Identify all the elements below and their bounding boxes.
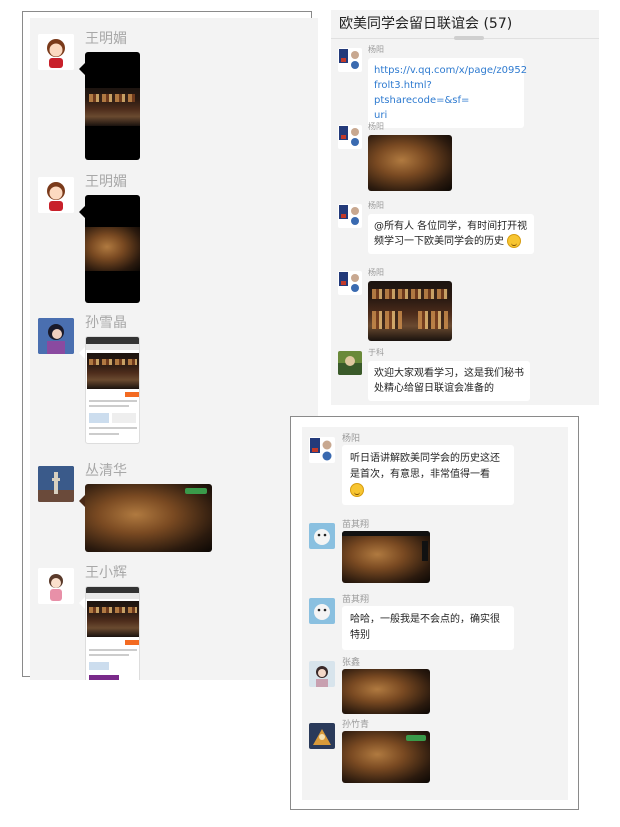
chat-message: 杨阳 @所有人 各位同学，有时间打开视 频学习一下欧美同学会的历史 xyxy=(331,200,599,270)
video-message[interactable] xyxy=(85,195,140,303)
avatar[interactable] xyxy=(309,523,335,549)
avatar[interactable] xyxy=(338,125,362,149)
image-message[interactable] xyxy=(368,135,452,191)
avatar[interactable] xyxy=(38,318,74,354)
sender-name: 杨阳 xyxy=(368,122,384,131)
avatar[interactable] xyxy=(338,204,362,228)
screenshot-message[interactable] xyxy=(85,586,140,680)
chat-title: 欧美同学会留日联谊会 (57) xyxy=(339,16,513,32)
image-message[interactable] xyxy=(342,531,430,583)
chat-message: 杨阳 xyxy=(331,267,599,347)
smile-emoji-icon xyxy=(507,234,522,248)
chat-message: 王明媚 xyxy=(30,18,318,168)
sender-name: 苗其翔 xyxy=(342,595,370,605)
text-message: 听日语讲解欧美同学会的历史这还 是首次，有意思，非常值得一看 xyxy=(342,445,514,505)
chat-message: 苗其翔 xyxy=(302,517,568,583)
left-chat-panel: 王明媚 王明媚 孙雪晶 丛清华 王小辉 xyxy=(30,18,318,680)
avatar[interactable] xyxy=(38,466,74,502)
chat-message: 王小辉 xyxy=(30,552,318,680)
avatar[interactable] xyxy=(338,351,362,375)
avatar[interactable] xyxy=(338,48,362,72)
sender-name: 杨阳 xyxy=(342,434,361,444)
sender-name: 苗其翔 xyxy=(342,520,370,530)
video-message[interactable] xyxy=(85,52,140,160)
grin-emoji-icon xyxy=(350,483,364,497)
message-text: @所有人 各位同学，有时间打开视 xyxy=(374,221,528,232)
message-link[interactable]: https://v.qq.com/x/page/z0952 xyxy=(374,63,527,78)
message-text-line: 频学习一下欧美同学会的历史 xyxy=(374,234,528,249)
sender-name: 王明媚 xyxy=(85,174,127,190)
sender-name: 孙雪晶 xyxy=(85,315,127,331)
image-message[interactable] xyxy=(85,484,212,552)
text-message: 哈哈，一般我是不会点的，确实很 特别 xyxy=(342,606,514,650)
scroll-handle[interactable] xyxy=(454,36,484,40)
chat-message: 孙雪晶 xyxy=(30,302,318,444)
sender-name: 孙竹青 xyxy=(342,720,370,730)
chat-message: 张鑫 xyxy=(302,655,568,719)
link-message[interactable]: https://v.qq.com/x/page/z0952 frolt3.htm… xyxy=(368,58,527,128)
chat-message: 杨阳 xyxy=(331,121,599,197)
chat-message: 杨阳 听日语讲解欧美同学会的历史这还 是首次，有意思，非常值得一看 xyxy=(302,431,568,513)
avatar[interactable] xyxy=(338,271,362,295)
sender-name: 于科 xyxy=(368,348,384,357)
message-text-line: 处精心给留日联谊会准备的 xyxy=(374,383,494,394)
chat-message: 孙竹青 xyxy=(302,717,568,787)
avatar[interactable] xyxy=(38,34,74,70)
sender-name: 丛清华 xyxy=(85,463,127,479)
screenshot-message[interactable] xyxy=(85,336,140,444)
chat-message: 丛清华 xyxy=(30,450,318,552)
message-text-line: 特别 xyxy=(350,630,370,641)
chat-message: 苗其翔 哈哈，一般我是不会点的，确实很 特别 xyxy=(302,592,568,652)
chat-message: 杨阳 https://v.qq.com/x/page/z0952 frolt3.… xyxy=(331,44,599,128)
avatar[interactable] xyxy=(38,177,74,213)
group-chat-panel-continued: 杨阳 听日语讲解欧美同学会的历史这还 是首次，有意思，非常值得一看 苗其翔 苗其… xyxy=(302,427,568,800)
avatar[interactable] xyxy=(309,437,335,463)
avatar[interactable] xyxy=(309,661,335,687)
message-text-line: 是首次，有意思，非常值得一看 xyxy=(350,469,490,480)
message-text: 听日语讲解欧美同学会的历史这还 xyxy=(350,453,500,464)
sender-name: 杨阳 xyxy=(368,45,384,54)
sender-name: 张鑫 xyxy=(342,658,361,668)
image-message[interactable] xyxy=(342,731,430,783)
text-message: @所有人 各位同学，有时间打开视 频学习一下欧美同学会的历史 xyxy=(368,214,534,254)
message-text: 哈哈，一般我是不会点的，确实很 xyxy=(350,614,500,625)
sender-name: 杨阳 xyxy=(368,201,384,210)
sender-name: 杨阳 xyxy=(368,268,384,277)
group-chat-panel: 欧美同学会留日联谊会 (57) 杨阳 https://v.qq.com/x/pa… xyxy=(331,10,599,405)
avatar[interactable] xyxy=(309,723,335,749)
avatar[interactable] xyxy=(309,598,335,624)
image-message[interactable] xyxy=(342,669,430,714)
chat-message: 于科 欢迎大家观看学习，这是我们秘书 处精心给留日联谊会准备的 xyxy=(331,347,599,405)
message-text: 欢迎大家观看学习，这是我们秘书 xyxy=(374,368,524,379)
avatar[interactable] xyxy=(38,568,74,604)
chat-message: 王明媚 xyxy=(30,161,318,311)
message-link-line[interactable]: frolt3.html?ptsharecode=&sf= xyxy=(374,78,518,108)
image-message[interactable] xyxy=(368,281,452,341)
text-message: 欢迎大家观看学习，这是我们秘书 处精心给留日联谊会准备的 xyxy=(368,361,530,401)
sender-name: 王明媚 xyxy=(85,31,127,47)
sender-name: 王小辉 xyxy=(85,565,127,581)
